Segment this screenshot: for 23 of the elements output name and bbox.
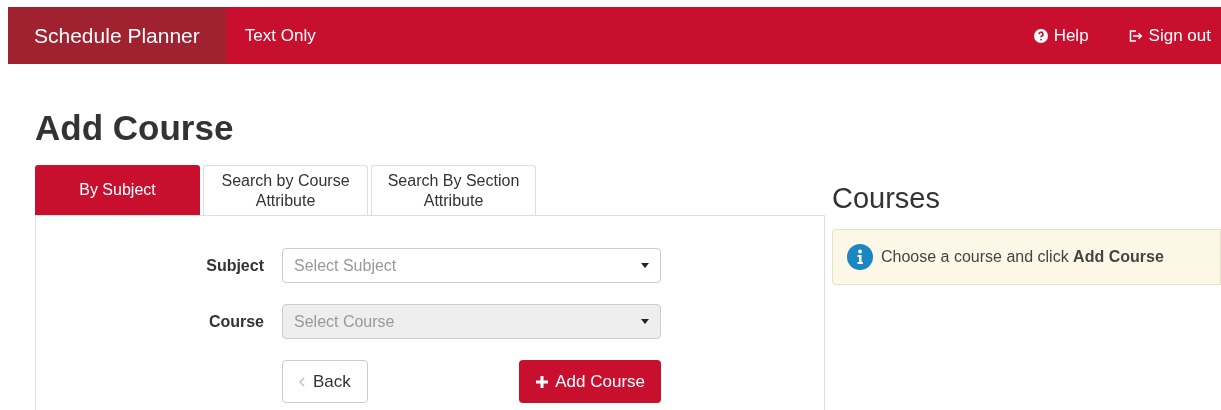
help-icon bbox=[1033, 28, 1048, 43]
caret-icon bbox=[641, 319, 649, 324]
caret-icon bbox=[641, 263, 649, 268]
select-placeholder: Select Subject bbox=[294, 255, 397, 276]
info-icon bbox=[847, 244, 873, 270]
select-placeholder: Select Course bbox=[294, 311, 395, 332]
nav-link[interactable]: Text Only bbox=[225, 22, 335, 49]
info-message: Choose a course and click Add Course bbox=[881, 247, 1164, 267]
sign-out-icon bbox=[1128, 29, 1143, 42]
tab[interactable]: By Subject bbox=[35, 165, 200, 215]
page-title: Add Course bbox=[35, 108, 235, 149]
chevron-left-icon bbox=[299, 376, 305, 387]
brand-link[interactable]: Schedule Planner bbox=[8, 7, 226, 64]
nav-link[interactable]: Sign out bbox=[1128, 22, 1211, 49]
tab[interactable]: Search by Course Attribute bbox=[203, 165, 368, 215]
plus-icon bbox=[535, 374, 550, 389]
field-label: Subject bbox=[205, 255, 265, 276]
field-label: Course bbox=[207, 311, 265, 332]
tab[interactable]: Search By Section Attribute bbox=[371, 165, 536, 215]
section-title: Courses bbox=[832, 181, 941, 215]
add-course-button[interactable]: Add Course bbox=[519, 360, 661, 403]
back-button[interactable]: Back bbox=[282, 360, 368, 403]
nav-link[interactable]: Help bbox=[1033, 22, 1089, 49]
